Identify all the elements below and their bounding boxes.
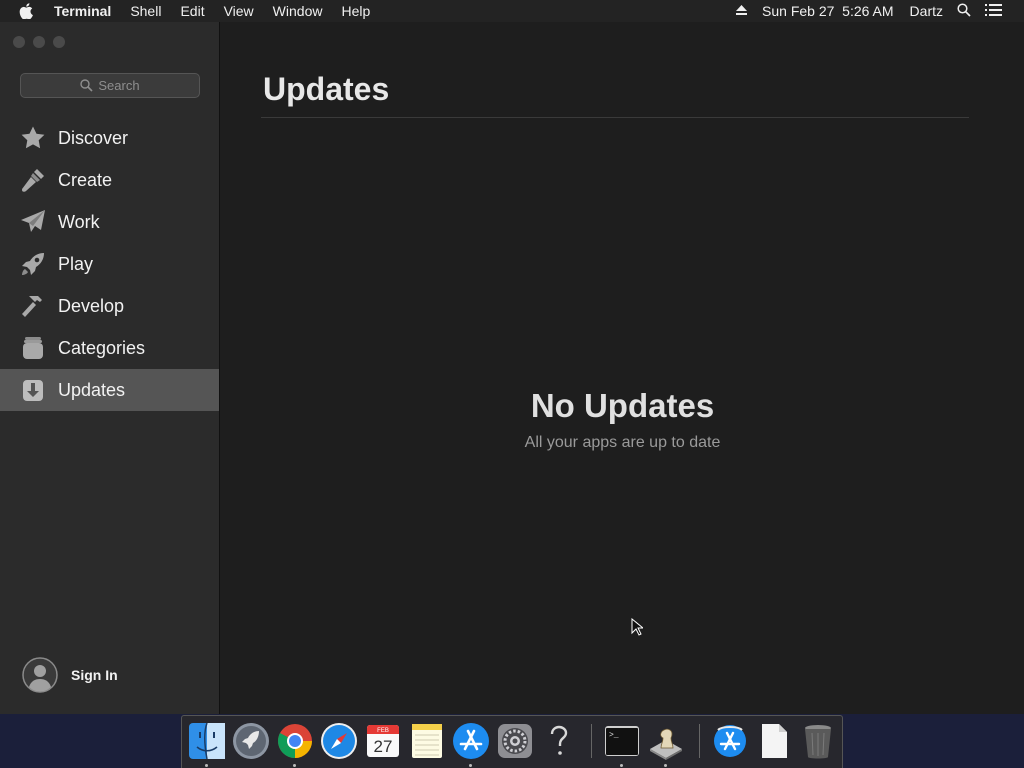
apple-icon[interactable] bbox=[19, 0, 37, 22]
eject-icon[interactable] bbox=[735, 3, 748, 19]
sidebar-item-discover[interactable]: Discover bbox=[0, 117, 219, 159]
menu-shell[interactable]: Shell bbox=[130, 3, 161, 19]
sidebar-item-work[interactable]: Work bbox=[0, 201, 219, 243]
star-icon bbox=[19, 124, 47, 152]
sidebar-item-develop[interactable]: Develop bbox=[0, 285, 219, 327]
document-icon[interactable] bbox=[755, 722, 793, 760]
sidebar-item-label: Work bbox=[58, 211, 100, 232]
menu-clock[interactable]: Sun Feb 27 5:26 AM bbox=[762, 3, 894, 19]
running-indicator bbox=[293, 764, 296, 767]
help-question-icon[interactable] bbox=[540, 722, 578, 760]
window-controls bbox=[13, 36, 73, 48]
sidebar-item-label: Develop bbox=[58, 295, 125, 316]
running-indicator bbox=[469, 764, 472, 767]
terminal-icon[interactable]: >_ bbox=[603, 722, 641, 760]
menu-help[interactable]: Help bbox=[341, 3, 370, 19]
sidebar-item-label: Play bbox=[58, 253, 94, 274]
search-input[interactable]: Search bbox=[20, 73, 200, 98]
safari-icon[interactable] bbox=[320, 722, 358, 760]
terminal-prompt: >_ bbox=[609, 731, 619, 740]
calendar-icon[interactable]: FEB 27 bbox=[364, 722, 402, 760]
zoom-window-button[interactable] bbox=[53, 36, 65, 48]
sign-in-label: Sign In bbox=[71, 667, 118, 683]
minimize-window-button[interactable] bbox=[33, 36, 45, 48]
title-divider bbox=[261, 117, 969, 118]
trash-icon[interactable] bbox=[799, 722, 837, 760]
notes-icon[interactable] bbox=[408, 722, 446, 760]
dock: FEB 27 >_ bbox=[181, 715, 843, 768]
download-icon bbox=[19, 376, 47, 404]
empty-state-title: No Updates bbox=[530, 387, 715, 424]
sidebar-item-updates[interactable]: Updates bbox=[0, 369, 219, 411]
brush-icon bbox=[19, 166, 47, 194]
page-title: Updates bbox=[263, 71, 390, 107]
menu-edit[interactable]: Edit bbox=[180, 3, 204, 19]
mouse-cursor-icon bbox=[631, 618, 643, 636]
main-content: Updates No Updates All your apps are up … bbox=[221, 22, 1024, 714]
hammer-icon bbox=[19, 292, 47, 320]
dock-separator bbox=[699, 724, 700, 758]
empty-state-subtitle: All your apps are up to date bbox=[524, 434, 721, 451]
running-indicator bbox=[205, 764, 208, 767]
system-preferences-icon[interactable] bbox=[496, 722, 534, 760]
sidebar-item-label: Discover bbox=[58, 127, 129, 148]
running-indicator bbox=[620, 764, 623, 767]
chrome-icon[interactable] bbox=[276, 722, 314, 760]
finder-icon[interactable] bbox=[188, 722, 226, 760]
menu-view[interactable]: View bbox=[224, 3, 254, 19]
calendar-day: 27 bbox=[374, 737, 393, 756]
sign-in-button[interactable]: Sign In bbox=[22, 657, 118, 693]
search-placeholder: Search bbox=[98, 78, 140, 93]
empty-state: No Updates All your apps are up to date bbox=[221, 387, 1024, 452]
close-window-button[interactable] bbox=[13, 36, 25, 48]
menu-user[interactable]: Dartz bbox=[910, 3, 943, 19]
spotlight-search-icon[interactable] bbox=[957, 2, 971, 20]
chess-icon[interactable] bbox=[647, 722, 685, 760]
search-icon bbox=[80, 79, 93, 92]
app-store-icon[interactable] bbox=[452, 722, 490, 760]
stack-icon bbox=[19, 334, 47, 362]
avatar-icon bbox=[22, 657, 58, 693]
running-indicator bbox=[664, 764, 667, 767]
menu-bar: Terminal Shell Edit View Window Help Sun… bbox=[0, 0, 1024, 22]
sidebar-item-create[interactable]: Create bbox=[0, 159, 219, 201]
app-store-folder-icon[interactable] bbox=[711, 722, 749, 760]
notification-center-icon[interactable] bbox=[985, 3, 1002, 19]
dock-separator bbox=[591, 724, 592, 758]
sidebar: Search Discover Create Work Play Develop… bbox=[0, 22, 220, 714]
sidebar-nav: Discover Create Work Play Develop Catego… bbox=[0, 117, 219, 411]
menu-app-name[interactable]: Terminal bbox=[54, 3, 111, 19]
app-store-window: Search Discover Create Work Play Develop… bbox=[0, 22, 1024, 714]
rocket-icon bbox=[19, 250, 47, 278]
sidebar-item-categories[interactable]: Categories bbox=[0, 327, 219, 369]
sidebar-item-play[interactable]: Play bbox=[0, 243, 219, 285]
sidebar-item-label: Updates bbox=[58, 379, 126, 400]
sidebar-item-label: Create bbox=[58, 169, 113, 190]
menu-window[interactable]: Window bbox=[273, 3, 323, 19]
calendar-month: FEB bbox=[377, 728, 389, 734]
launchpad-icon[interactable] bbox=[232, 722, 270, 760]
sidebar-item-label: Categories bbox=[58, 337, 146, 358]
paper-plane-icon bbox=[19, 208, 47, 236]
